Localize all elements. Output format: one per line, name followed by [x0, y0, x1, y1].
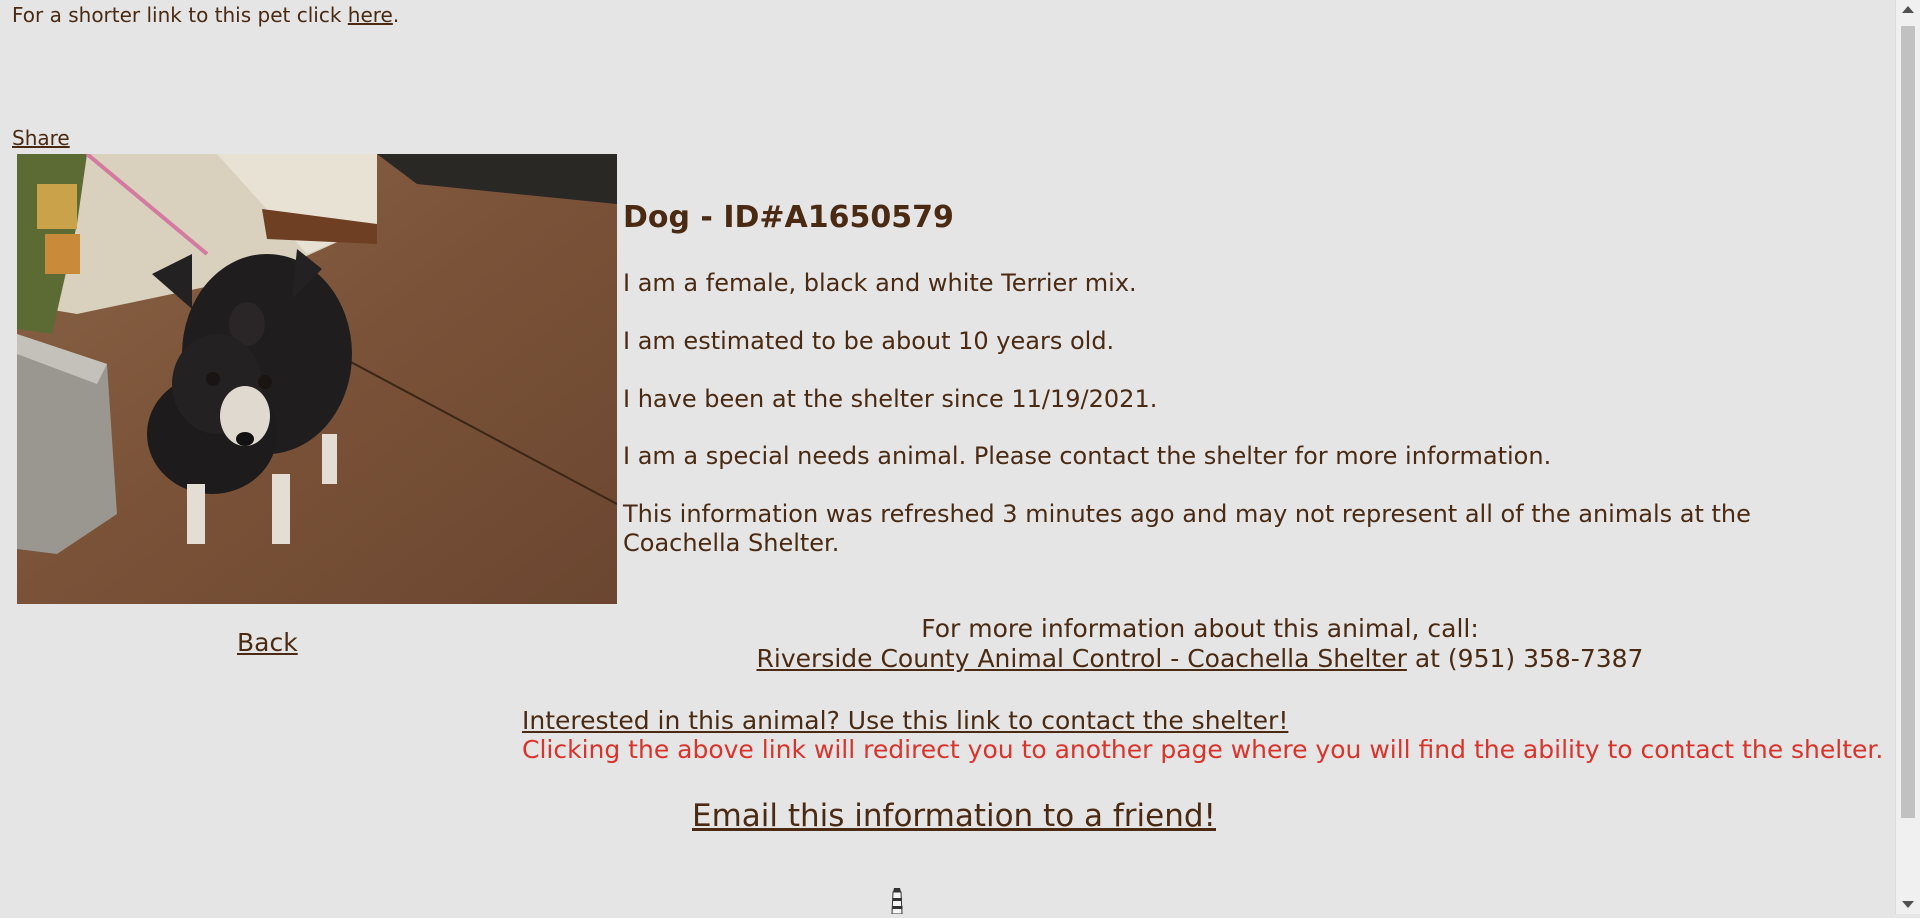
- vertical-scrollbar[interactable]: [1895, 0, 1920, 914]
- short-link-here[interactable]: here: [348, 3, 393, 27]
- contact-info: For more information about this animal, …: [600, 614, 1800, 674]
- share-link[interactable]: Share: [12, 126, 70, 150]
- shelter-phone: at (951) 358-7387: [1406, 644, 1644, 673]
- contact-line: Riverside County Animal Control - Coache…: [600, 644, 1800, 674]
- info-special-needs: I am a special needs animal. Please cont…: [623, 442, 1552, 470]
- short-link-line: For a shorter link to this pet click her…: [12, 3, 399, 27]
- lighthouse-icon: [887, 888, 907, 915]
- scroll-down-arrow-icon[interactable]: [1902, 901, 1914, 908]
- contact-intro: For more information about this animal, …: [921, 614, 1479, 643]
- pet-photo: [17, 154, 617, 604]
- pet-title: Dog - ID#A1650579: [623, 200, 954, 235]
- email-friend-link[interactable]: Email this information to a friend!: [692, 798, 1216, 834]
- short-link-prefix: For a shorter link to this pet click: [12, 3, 348, 27]
- shelter-link[interactable]: Riverside County Animal Control - Coache…: [757, 644, 1407, 673]
- refresh-note: This information was refreshed 3 minutes…: [623, 500, 1751, 557]
- scroll-up-arrow-icon[interactable]: [1902, 6, 1914, 13]
- contact-shelter-link[interactable]: Interested in this animal? Use this link…: [522, 706, 1288, 735]
- back-link[interactable]: Back: [237, 628, 298, 657]
- redirect-note: Clicking the above link will redirect yo…: [522, 735, 1884, 764]
- info-sex-breed: I am a female, black and white Terrier m…: [623, 269, 1137, 297]
- info-intake-date: I have been at the shelter since 11/19/2…: [623, 385, 1158, 413]
- short-link-suffix: .: [392, 3, 400, 27]
- info-age: I am estimated to be about 10 years old.: [623, 327, 1115, 355]
- scrollbar-thumb[interactable]: [1901, 26, 1915, 818]
